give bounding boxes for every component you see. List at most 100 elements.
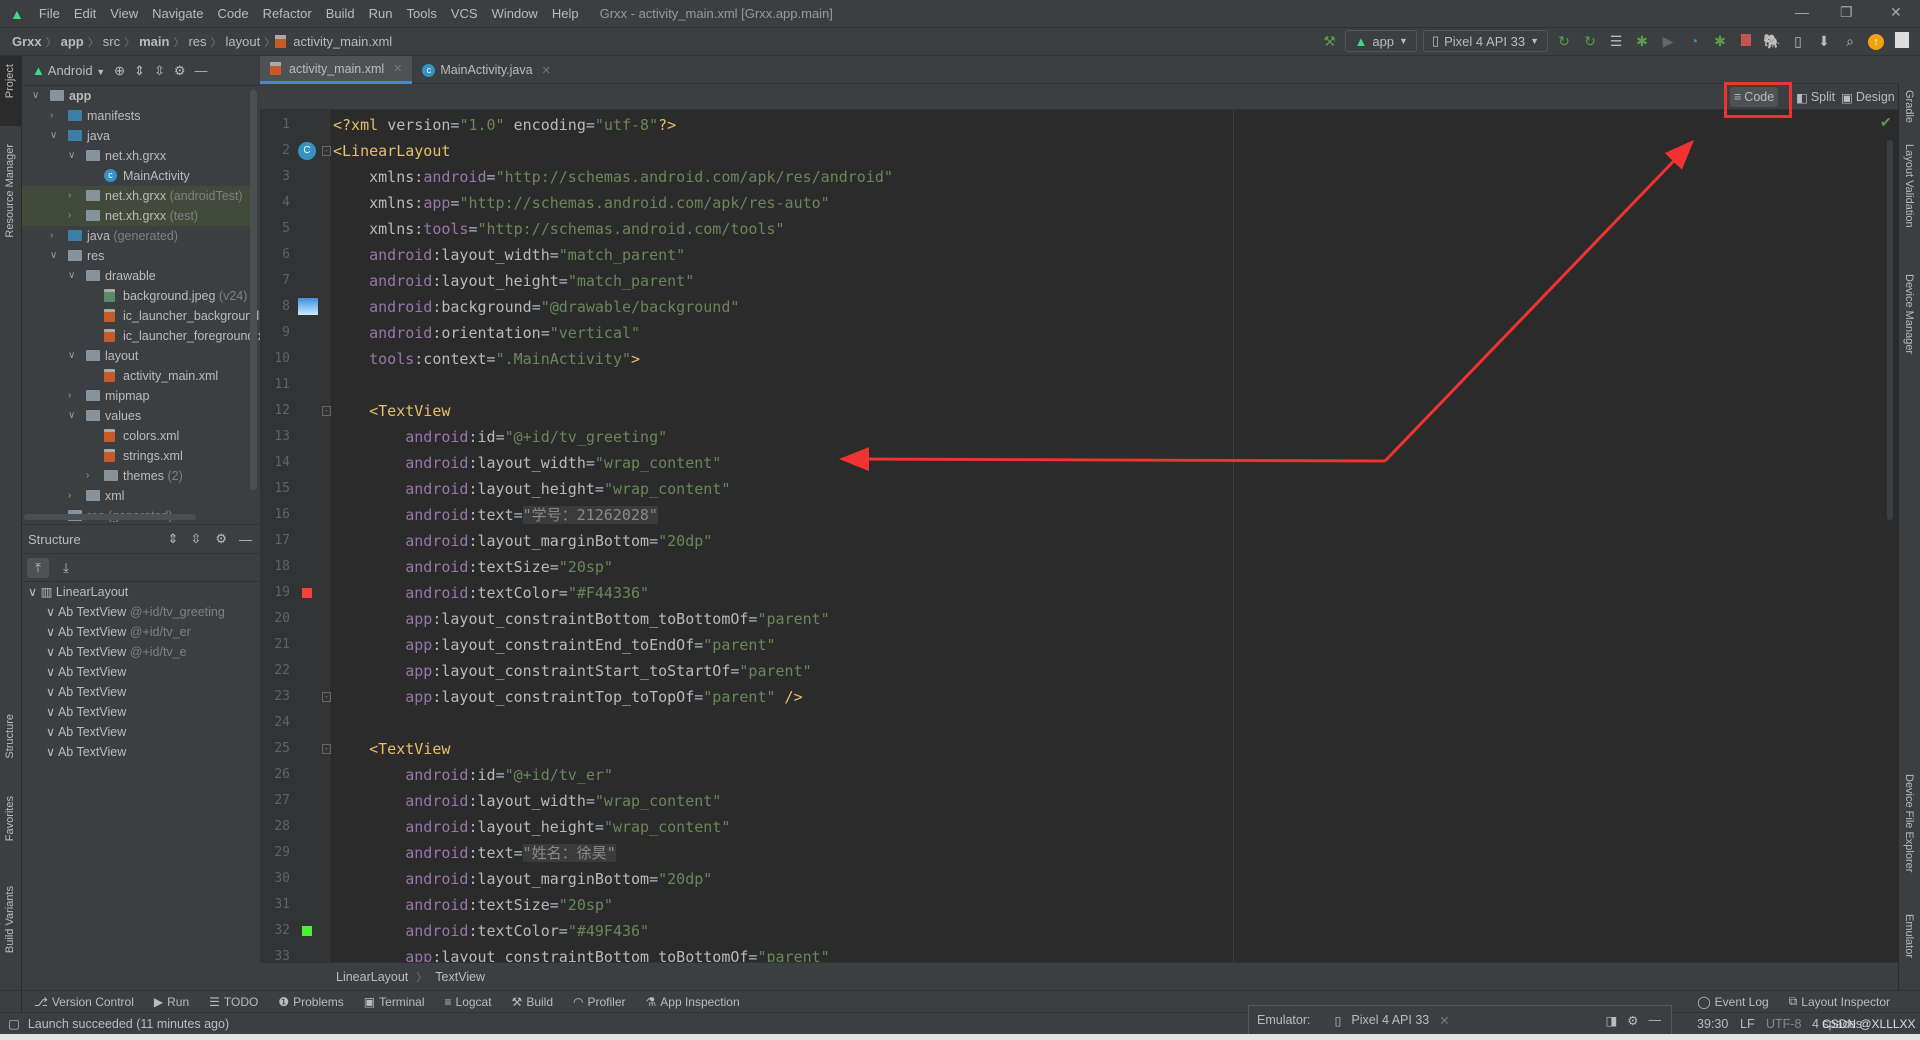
tree-item[interactable]: › xml <box>22 486 254 506</box>
chevron-down-icon[interactable]: ∨ <box>46 605 58 619</box>
gear-icon[interactable]: ⚙ <box>174 63 186 79</box>
code-line[interactable]: android:layout_width="wrap_content" <box>333 450 721 476</box>
code-line[interactable]: android:layout_width="wrap_content" <box>333 788 721 814</box>
fold-marker-icon[interactable]: - <box>322 406 331 416</box>
code-line[interactable]: android:layout_height="wrap_content" <box>333 476 730 502</box>
coverage-icon[interactable]: ▶ <box>1658 33 1678 50</box>
sort-up-icon[interactable]: ⤒ <box>27 557 49 578</box>
tree-item[interactable]: › themes (2) <box>22 466 254 486</box>
tree-item[interactable]: ic_launcher_background. <box>22 306 260 326</box>
tree-item[interactable]: ic_launcher_foreground.x <box>22 326 260 346</box>
attach-debugger-icon[interactable]: ✱ <box>1710 33 1730 50</box>
tree-item[interactable]: › manifests <box>22 106 254 126</box>
build-hammer-icon[interactable]: ⚒ <box>1319 33 1339 50</box>
chevron-down-icon[interactable]: ∨ <box>28 585 41 599</box>
hide-icon[interactable]: — <box>195 63 208 78</box>
caret-position[interactable]: 39:30 <box>1697 1017 1728 1031</box>
code-line[interactable]: android:textSize="20sp" <box>333 892 613 918</box>
code-line[interactable]: app:layout_constraintEnd_toEndOf="parent… <box>333 632 775 658</box>
device-manager-tool-button[interactable]: Device Manager <box>1903 274 1915 354</box>
color-swatch-icon[interactable] <box>302 926 312 936</box>
code-editor[interactable]: 1 2 3 4 5 6 7 8 9 10 11 12 13 14 15 16 17 18 19 20 21 22 23 24 2… <box>260 110 1898 962</box>
chevron-right-icon[interactable]: › <box>50 226 53 246</box>
breadcrumb-item[interactable]: Grxx <box>8 34 46 49</box>
tree-item[interactable]: ∨ app <box>22 86 254 106</box>
chevron-down-icon[interactable]: ∨ <box>32 86 39 106</box>
code-line[interactable]: app:layout_constraintBottom_toBottomOf="… <box>333 944 829 962</box>
tree-item[interactable]: colors.xml <box>22 426 254 446</box>
gradle-sync-icon[interactable]: 🐘 <box>1762 33 1782 50</box>
code-line[interactable]: xmlns:app="http://schemas.android.com/ap… <box>333 190 830 216</box>
collapse-all-icon[interactable]: ⇳ <box>154 63 165 79</box>
code-line[interactable]: xmlns:android="http://schemas.android.co… <box>333 164 893 190</box>
chevron-right-icon[interactable]: › <box>50 106 53 126</box>
tool-window-terminal[interactable]: ▣ Terminal <box>354 995 435 1009</box>
tree-item[interactable]: › java (generated) <box>22 226 254 246</box>
code-line[interactable]: android:layout_marginBottom="20dp" <box>333 528 712 554</box>
menu-view[interactable]: View <box>103 6 145 21</box>
chevron-down-icon[interactable]: ∨ <box>68 406 75 426</box>
apply-changes-icon[interactable]: ↻ <box>1554 33 1574 50</box>
menu-refactor[interactable]: Refactor <box>256 6 319 21</box>
tool-window-problems[interactable]: ❶ Problems <box>268 995 353 1009</box>
chevron-right-icon[interactable]: › <box>68 186 71 206</box>
tree-item[interactable]: › net.xh.grxx (androidTest) <box>22 186 254 206</box>
chevron-right-icon[interactable]: › <box>68 486 71 506</box>
chevron-down-icon[interactable]: ∨ <box>46 625 58 639</box>
structure-tool-button[interactable]: Structure <box>4 714 16 759</box>
collapse-all-icon[interactable]: ⇳ <box>190 531 201 547</box>
device-file-explorer-tool-button[interactable]: Device File Explorer <box>1903 774 1915 872</box>
stop-icon[interactable] <box>1736 33 1756 49</box>
class-gutter-icon[interactable]: C <box>298 142 316 160</box>
tree-item[interactable]: strings.xml <box>22 446 254 466</box>
chevron-right-icon[interactable]: › <box>86 466 89 486</box>
code-line[interactable]: android:id="@+id/tv_er" <box>333 762 613 788</box>
rerun-icon[interactable]: ☰ <box>1606 33 1626 50</box>
tool-window-logcat[interactable]: ≡ Logcat <box>435 995 502 1009</box>
expand-all-icon[interactable]: ⇕ <box>168 531 179 547</box>
tree-item[interactable]: activity_main.xml <box>22 366 254 386</box>
tool-window-build[interactable]: ⚒ Build <box>502 995 563 1009</box>
project-tool-button[interactable]: Project <box>4 64 16 98</box>
chevron-right-icon[interactable]: › <box>68 206 71 226</box>
close-tab-icon[interactable]: ✕ <box>393 62 402 75</box>
avatar[interactable] <box>1892 31 1912 51</box>
minimize-button[interactable]: — <box>1795 4 1809 20</box>
window-mode-icon[interactable]: ◨ <box>1605 1013 1617 1028</box>
device-dropdown[interactable]: ▯ Pixel 4 API 33 ▼ <box>1422 30 1548 52</box>
code-line[interactable]: <?xml version="1.0" encoding="utf-8"?> <box>333 112 676 138</box>
tree-item[interactable]: ∨ java <box>22 126 254 146</box>
chevron-right-icon[interactable]: › <box>68 386 71 406</box>
image-preview-icon[interactable] <box>298 298 318 315</box>
code-line[interactable]: android:layout_marginBottom="20dp" <box>333 866 712 892</box>
editor-scrollbar[interactable] <box>1887 140 1893 520</box>
update-icon[interactable]: ↑ <box>1866 32 1886 50</box>
menu-navigate[interactable]: Navigate <box>145 6 210 21</box>
search-icon[interactable]: ⌕ <box>1840 33 1860 50</box>
emulator-tool-button[interactable]: Emulator <box>1903 914 1915 958</box>
menu-file[interactable]: File <box>32 6 67 21</box>
fold-marker-icon[interactable]: - <box>322 692 331 702</box>
sdk-manager-icon[interactable]: ⬇ <box>1814 33 1834 50</box>
breadcrumb-item[interactable]: activity_main.xml <box>289 34 396 49</box>
gradle-tool-button[interactable]: Gradle <box>1903 90 1915 123</box>
device-manager-icon[interactable]: ▯ <box>1788 33 1808 50</box>
split-mode-button[interactable]: ◧ Split <box>1792 87 1839 107</box>
tree-item[interactable]: ∨ drawable <box>22 266 254 286</box>
resource-manager-tool-button[interactable]: Resource Manager <box>4 144 16 238</box>
structure-item[interactable]: ∨ Ab TextView <box>22 722 260 742</box>
close-button[interactable]: ✕ <box>1890 4 1902 21</box>
code-line[interactable]: <TextView <box>333 736 450 762</box>
gear-icon[interactable]: ⚙ <box>1627 1013 1638 1028</box>
structure-item[interactable]: ∨ Ab TextView @+id/tv_greeting <box>22 602 260 622</box>
code-line[interactable]: app:layout_constraintTop_toTopOf="parent… <box>333 684 802 710</box>
chevron-down-icon[interactable]: ∨ <box>46 665 58 679</box>
structure-item[interactable]: ∨ Ab TextView @+id/tv_e <box>22 642 260 662</box>
project-view-dropdown[interactable]: ▲ Android ▼ <box>32 63 105 78</box>
menu-build[interactable]: Build <box>319 6 362 21</box>
menu-run[interactable]: Run <box>362 6 400 21</box>
design-mode-button[interactable]: ▣ Design <box>1837 87 1899 107</box>
tool-window-event-log[interactable]: ◯ Event Log <box>1687 995 1778 1009</box>
project-horizontal-scrollbar[interactable] <box>24 514 196 520</box>
code-line[interactable]: android:layout_height="match_parent" <box>333 268 694 294</box>
